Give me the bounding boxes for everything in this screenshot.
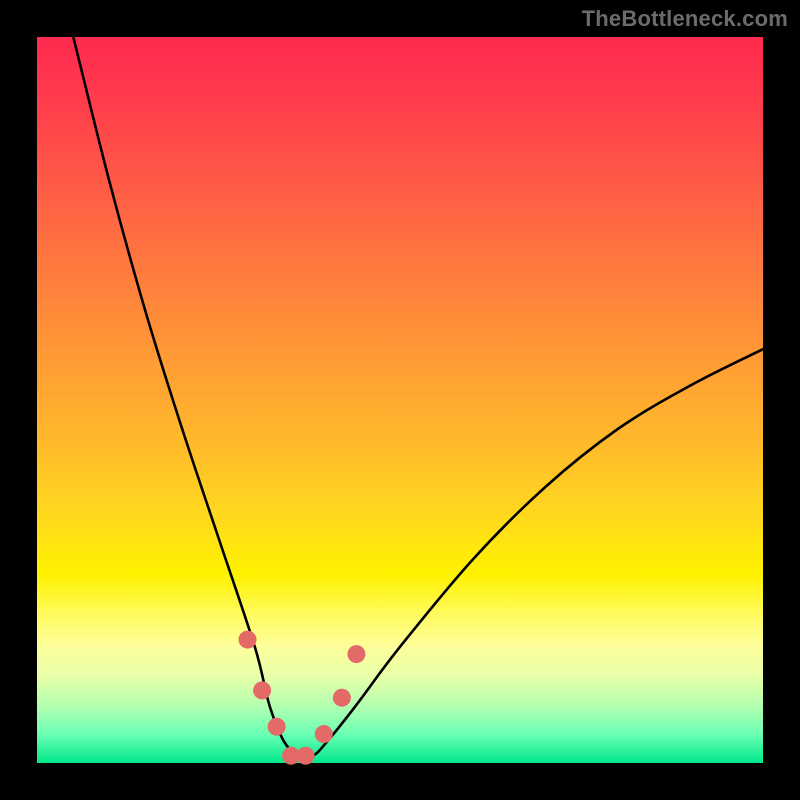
marker-point — [239, 631, 257, 649]
marker-point — [347, 645, 365, 663]
bottleneck-curve — [73, 37, 763, 758]
watermark-text: TheBottleneck.com — [582, 6, 788, 32]
marker-layer — [239, 631, 366, 765]
marker-point — [333, 689, 351, 707]
marker-point — [253, 681, 271, 699]
plot-area — [37, 37, 763, 763]
marker-point — [297, 747, 315, 765]
marker-point — [268, 718, 286, 736]
chart-svg — [37, 37, 763, 763]
chart-frame: TheBottleneck.com — [0, 0, 800, 800]
curve-layer — [73, 37, 763, 758]
marker-point — [315, 725, 333, 743]
